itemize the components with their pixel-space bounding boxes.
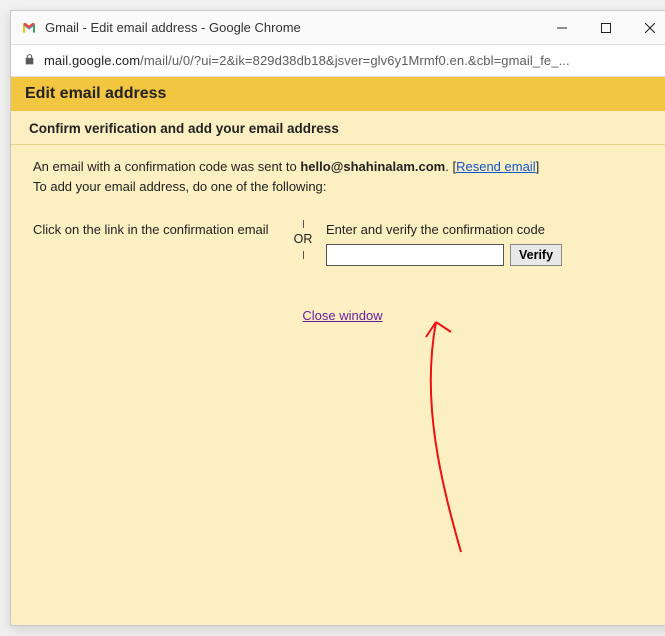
resend-email-link[interactable]: Resend email <box>456 159 536 174</box>
enter-code-label: Enter and verify the confirmation code <box>326 220 652 240</box>
page-subheader: Confirm verification and add your email … <box>11 111 665 145</box>
url-host: mail.google.com <box>44 53 140 68</box>
divider-tick-icon <box>303 220 304 228</box>
divider-tick-icon <box>303 251 304 259</box>
url-path: /mail/u/0/?ui=2&ik=829d38db18&jsver=glv6… <box>140 53 570 68</box>
verify-button[interactable]: Verify <box>510 244 562 266</box>
sent-suffix: To add your email address, do one of the… <box>33 179 326 194</box>
title-bar: Gmail - Edit email address - Google Chro… <box>11 11 665 45</box>
minimize-button[interactable] <box>540 13 584 43</box>
sent-email: hello@shahinalam.com <box>300 159 445 174</box>
gmail-favicon-icon <box>21 20 37 36</box>
page-content: Edit email address Confirm verification … <box>11 77 665 625</box>
options-row: Click on the link in the confirmation em… <box>33 220 652 266</box>
window-title: Gmail - Edit email address - Google Chro… <box>45 20 540 35</box>
chrome-window: Gmail - Edit email address - Google Chro… <box>10 10 665 626</box>
body-area: An email with a confirmation code was se… <box>11 145 665 325</box>
sent-prefix: An email with a confirmation code was se… <box>33 159 300 174</box>
annotation-arrow-icon <box>391 302 511 562</box>
confirmation-code-input[interactable] <box>326 244 504 266</box>
maximize-button[interactable] <box>584 13 628 43</box>
url-text: mail.google.com/mail/u/0/?ui=2&ik=829d38… <box>44 53 570 68</box>
close-window-link[interactable]: Close window <box>302 308 382 323</box>
close-window-button[interactable] <box>628 13 665 43</box>
or-label: OR <box>294 228 313 251</box>
option-link-text: Click on the link in the confirmation em… <box>33 220 288 240</box>
page-header: Edit email address <box>11 77 665 111</box>
lock-icon <box>23 53 36 69</box>
option-code: Enter and verify the confirmation code V… <box>318 220 652 266</box>
or-divider: OR <box>288 220 318 259</box>
sent-message: An email with a confirmation code was se… <box>33 157 652 196</box>
address-bar[interactable]: mail.google.com/mail/u/0/?ui=2&ik=829d38… <box>11 45 665 77</box>
